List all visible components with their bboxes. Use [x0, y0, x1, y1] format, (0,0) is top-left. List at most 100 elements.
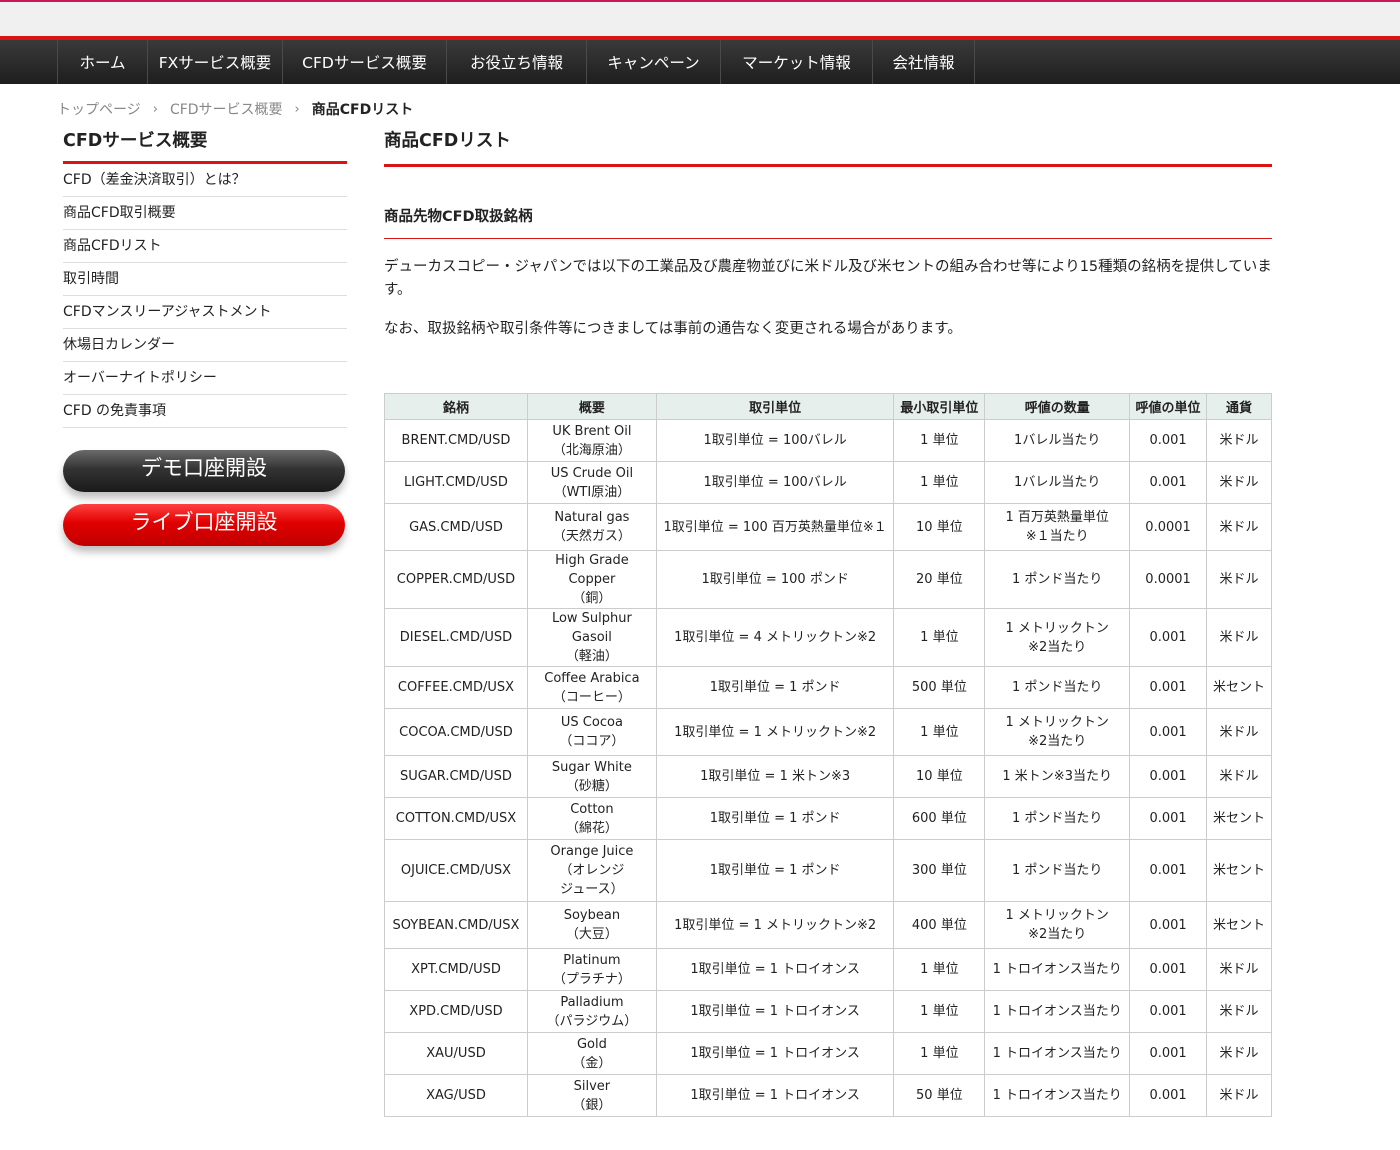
- breadcrumb: トップページ › CFDサービス概要 › 商品CFDリスト: [57, 99, 413, 119]
- cell-overview: Gold （金）: [526, 1032, 657, 1075]
- chevron-right-icon: ›: [152, 101, 158, 117]
- chevron-right-icon: ›: [294, 101, 300, 117]
- cell-overview: US Crude Oil （WTI原油）: [526, 461, 657, 504]
- cell-trading-unit: 1取引単位 = 1 ポンド: [655, 666, 895, 709]
- table-row: XAU/USD Gold （金） 1取引単位 = 1 トロイオンス 1 単位 1 トロイ…: [384, 1032, 1272, 1075]
- nav-fx-service[interactable]: FXサービス概要: [147, 40, 282, 84]
- cell-trading-unit: 1取引単位 = 1 トロイオンス: [655, 948, 895, 991]
- nav-campaign[interactable]: キャンペーン: [586, 40, 720, 84]
- sidebar-item-what-is-cfd[interactable]: CFD（差金決済取引）とは？: [63, 164, 347, 197]
- cell-symbol: GAS.CMD/USD: [384, 503, 528, 551]
- sidebar-item-overnight-policy[interactable]: オーバーナイトポリシー: [63, 362, 347, 395]
- cell-min-unit: 1 単位: [893, 608, 986, 667]
- table-row: COPPER.CMD/USD High Grade Copper （銅） 1取引単位…: [384, 550, 1272, 609]
- top-strip: [0, 0, 1400, 40]
- cell-quote-quantity: 1 メトリックトン ※2当たり: [984, 608, 1131, 667]
- table-row: SUGAR.CMD/USD Sugar White （砂糖） 1取引単位 = 1 米…: [384, 755, 1272, 798]
- cell-trading-unit: 1取引単位 = 1 トロイオンス: [655, 990, 895, 1033]
- breadcrumb-home[interactable]: トップページ: [57, 99, 141, 119]
- cell-min-unit: 1 単位: [893, 419, 986, 462]
- sidebar-item-trading-hours[interactable]: 取引時間: [63, 263, 347, 296]
- cell-currency: 米ドル: [1206, 990, 1272, 1033]
- nav-cfd-service[interactable]: CFDサービス概要: [282, 40, 446, 84]
- cell-tick-size: 0.001: [1129, 839, 1208, 902]
- intro-paragraph: デューカスコピー・ジャパンでは以下の工業品及び農産物並びに米ドル及び米セントの組…: [384, 259, 1272, 298]
- table-row: DIESEL.CMD/USD Low Sulphur Gasoil （軽油） 1取引…: [384, 608, 1272, 667]
- cell-currency: 米ドル: [1206, 708, 1272, 756]
- cell-quote-quantity: 1 メトリックトン ※2当たり: [984, 901, 1131, 949]
- header-quote-quantity: 呼値の数量: [984, 393, 1131, 420]
- cell-overview: Natural gas （天然ガス）: [526, 503, 657, 551]
- cell-tick-size: 0.001: [1129, 461, 1208, 504]
- header-overview: 概要: [526, 393, 657, 420]
- cell-symbol: DIESEL.CMD/USD: [384, 608, 528, 667]
- cell-tick-size: 0.001: [1129, 1032, 1208, 1075]
- sidebar-item-monthly-adjustment[interactable]: CFDマンスリーアジャストメント: [63, 296, 347, 329]
- cell-quote-quantity: 1 ポンド当たり: [984, 550, 1131, 609]
- table-header-row: 銘柄 概要 取引単位 最小取引単位 呼値の数量 呼値の単位 通貨: [384, 393, 1272, 420]
- cell-min-unit: 500 単位: [893, 666, 986, 709]
- table-row: COFFEE.CMD/USX Coffee Arabica （コーヒー） 1取引単位…: [384, 666, 1272, 709]
- cell-tick-size: 0.001: [1129, 608, 1208, 667]
- cell-min-unit: 10 単位: [893, 755, 986, 798]
- cell-overview: Sugar White （砂糖）: [526, 755, 657, 798]
- demo-account-button[interactable]: デモ口座開設: [63, 450, 345, 492]
- cell-overview: Low Sulphur Gasoil （軽油）: [526, 608, 657, 667]
- cell-overview: High Grade Copper （銅）: [526, 550, 657, 609]
- table-row: COCOA.CMD/USD US Cocoa （ココア） 1取引単位 = 1 メトリ…: [384, 708, 1272, 756]
- notice-paragraph: なお、取扱銘柄や取引条件等につきましては事前の通告なく変更される場合があります。: [384, 321, 962, 337]
- cell-currency: 米ドル: [1206, 1074, 1272, 1117]
- cell-symbol: XPT.CMD/USD: [384, 948, 528, 991]
- cell-currency: 米ドル: [1206, 461, 1272, 504]
- cell-trading-unit: 1取引単位 = 1 ポンド: [655, 839, 895, 902]
- cell-symbol: LIGHT.CMD/USD: [384, 461, 528, 504]
- cell-symbol: XAG/USD: [384, 1074, 528, 1117]
- cell-quote-quantity: 1 ポンド当たり: [984, 666, 1131, 709]
- breadcrumb-parent[interactable]: CFDサービス概要: [170, 99, 283, 119]
- table-row: OJUICE.CMD/USX Orange Juice （オレンジ ジュース） 1取…: [384, 839, 1272, 902]
- cell-currency: 米セント: [1206, 839, 1272, 902]
- header-min-unit: 最小取引単位: [893, 393, 986, 420]
- sidebar-item-holiday-calendar[interactable]: 休場日カレンダー: [63, 329, 347, 362]
- table-row: XAG/USD Silver （銀） 1取引単位 = 1 トロイオンス 50 単位 1 …: [384, 1074, 1272, 1117]
- cell-min-unit: 1 単位: [893, 708, 986, 756]
- cell-overview: Silver （銀）: [526, 1074, 657, 1117]
- cell-symbol: BRENT.CMD/USD: [384, 419, 528, 462]
- nav-useful-info[interactable]: お役立ち情報: [446, 40, 586, 84]
- cell-tick-size: 0.001: [1129, 797, 1208, 840]
- cell-quote-quantity: 1 トロイオンス当たり: [984, 990, 1131, 1033]
- cell-min-unit: 10 単位: [893, 503, 986, 551]
- cell-symbol: COCOA.CMD/USD: [384, 708, 528, 756]
- cfd-table: 銘柄 概要 取引単位 最小取引単位 呼値の数量 呼値の単位 通貨 BRENT.C…: [384, 393, 1272, 1117]
- cell-currency: 米セント: [1206, 797, 1272, 840]
- nav-home[interactable]: ホーム: [57, 40, 147, 84]
- cell-min-unit: 20 単位: [893, 550, 986, 609]
- cell-trading-unit: 1取引単位 = 1 ポンド: [655, 797, 895, 840]
- sidebar-item-commodity-list[interactable]: 商品CFDリスト: [63, 230, 347, 263]
- cell-currency: 米ドル: [1206, 1032, 1272, 1075]
- header-currency: 通貨: [1206, 393, 1272, 420]
- cell-tick-size: 0.001: [1129, 666, 1208, 709]
- cell-symbol: SOYBEAN.CMD/USX: [384, 901, 528, 949]
- cell-trading-unit: 1取引単位 = 100 百万英熱量単位※１: [655, 503, 895, 551]
- cell-overview: Coffee Arabica （コーヒー）: [526, 666, 657, 709]
- cell-tick-size: 0.0001: [1129, 550, 1208, 609]
- cell-trading-unit: 1取引単位 = 100 ポンド: [655, 550, 895, 609]
- cell-trading-unit: 1取引単位 = 1 メトリックトン※2: [655, 708, 895, 756]
- cell-quote-quantity: 1 トロイオンス当たり: [984, 948, 1131, 991]
- live-account-button[interactable]: ライブ口座開設: [63, 504, 345, 546]
- nav-market-info[interactable]: マーケット情報: [720, 40, 872, 84]
- table-row: XPD.CMD/USD Palladium （パラジウム） 1取引単位 = 1 トロ…: [384, 990, 1272, 1033]
- sidebar-item-commodity-overview[interactable]: 商品CFD取引概要: [63, 197, 347, 230]
- table-row: SOYBEAN.CMD/USX Soybean （大豆） 1取引単位 = 1 メトリ…: [384, 901, 1272, 949]
- cell-symbol: COPPER.CMD/USD: [384, 550, 528, 609]
- cell-overview: Palladium （パラジウム）: [526, 990, 657, 1033]
- nav-company-info[interactable]: 会社情報: [872, 40, 975, 84]
- cell-min-unit: 1 単位: [893, 1032, 986, 1075]
- main-content: 商品CFDリスト 商品先物CFD取扱銘柄 デューカスコピー・ジャパンでは以下の工…: [384, 128, 1272, 1117]
- cell-overview: Cotton （綿花）: [526, 797, 657, 840]
- header-tick-size: 呼値の単位: [1129, 393, 1208, 420]
- table-row: COTTON.CMD/USX Cotton （綿花） 1取引単位 = 1 ポンド 60…: [384, 797, 1272, 840]
- cell-tick-size: 0.0001: [1129, 503, 1208, 551]
- sidebar-item-disclaimer[interactable]: CFD の免責事項: [63, 395, 347, 428]
